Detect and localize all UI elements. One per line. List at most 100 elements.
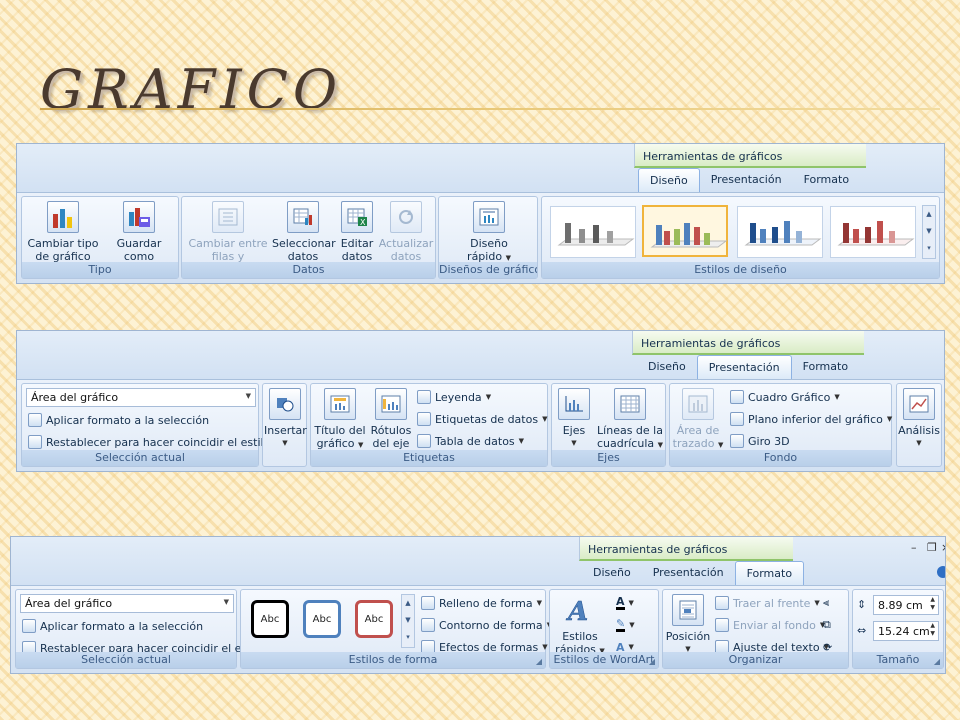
group-label-ejes: Ejes	[552, 450, 665, 466]
group-tipo: Cambiar tipo de gráfico Guardar como pla…	[21, 196, 179, 279]
wordart-a-icon: A	[564, 594, 596, 626]
gallery-scroll-buttons[interactable]: ▲ ▼ ▾	[922, 205, 936, 259]
chart-style-red-icon	[837, 221, 915, 246]
format-selection-icon	[22, 619, 36, 633]
3d-rotation-button[interactable]: Giro 3D	[730, 432, 790, 450]
position-icon	[672, 594, 704, 626]
group-label-estilos-forma: Estilos de forma	[241, 652, 545, 668]
dropdown-arrow-icon: ▼	[358, 441, 364, 449]
chart-element-select[interactable]: Área del gráfico ▼	[20, 594, 234, 613]
shape-fill-button[interactable]: Relleno de forma ▼	[421, 594, 542, 612]
gallery-scroll-buttons[interactable]: ▲ ▼ ▾	[401, 594, 415, 648]
tab-diseno[interactable]: Diseño	[637, 355, 697, 379]
width-icon: ⇔	[857, 624, 867, 637]
chart-floor-button[interactable]: Plano inferior del gráfico ▼	[730, 410, 892, 428]
pencil-icon: ✎	[616, 617, 626, 632]
text-outline-button[interactable]: ✎ ▼	[616, 616, 635, 634]
shape-style-thumb-black[interactable]: Abc	[247, 596, 293, 642]
data-table-button[interactable]: Tabla de datos ▼	[417, 432, 524, 450]
analysis-icon	[903, 388, 935, 420]
analysis-button[interactable]: Análisis ▼	[897, 388, 941, 450]
pencil-icon	[421, 618, 435, 632]
help-icon[interactable]	[937, 566, 945, 578]
context-header: Herramientas de gráficos	[579, 537, 793, 561]
chart-style-thumb-gray[interactable]	[550, 206, 636, 258]
shape-style-thumb-blue[interactable]: Abc	[299, 596, 345, 642]
quick-layout-icon	[473, 201, 505, 233]
format-selection-button[interactable]: Aplicar formato a la selección	[28, 411, 209, 429]
switch-rows-icon	[212, 201, 244, 233]
chart-wall-button[interactable]: Cuadro Gráfico ▼	[730, 388, 840, 406]
insert-button[interactable]: Insertar ▼	[264, 388, 307, 450]
text-fill-button[interactable]: A ▼	[616, 594, 634, 612]
plot-area-button[interactable]: Área de trazado ▼	[672, 388, 724, 452]
dialog-launcher-icon[interactable]: ◢	[649, 657, 655, 666]
bring-to-front-button[interactable]: Traer al frente ▼	[715, 594, 820, 612]
refresh-data-button[interactable]: Actualizar datos	[378, 201, 434, 263]
dropdown-arrow-icon: ▼	[657, 441, 664, 449]
quick-layout-button[interactable]: Diseño rápido ▼	[459, 201, 519, 265]
width-input[interactable]: 15.24 cm ▲ ▼	[873, 621, 939, 641]
dropdown-arrow-icon: ▼	[886, 415, 893, 423]
shape-outline-button[interactable]: Contorno de forma ▼	[421, 616, 552, 634]
change-chart-type-button[interactable]: Cambiar tipo de gráfico	[26, 201, 100, 263]
tab-formato[interactable]: Formato	[792, 355, 860, 379]
axis-titles-icon	[375, 388, 407, 420]
dialog-launcher-icon[interactable]: ◢	[536, 657, 542, 666]
group-estilos-wordart: A Estilos rápidos ▼ A ▼ ✎ ▼ A ▼ Estilos …	[549, 589, 659, 669]
group-objects-button[interactable]: ⧉	[823, 616, 831, 634]
data-labels-icon	[417, 412, 431, 426]
quick-styles-button[interactable]: A Estilos rápidos ▼	[554, 594, 606, 658]
axes-icon	[558, 388, 590, 420]
tab-formato[interactable]: Formato	[793, 168, 861, 192]
save-template-icon	[123, 201, 155, 233]
chart-title-button[interactable]: Título del gráfico ▼	[313, 388, 367, 452]
edit-data-button[interactable]: X Editar datos	[336, 201, 378, 263]
dropdown-arrow-icon: ▼	[542, 415, 548, 423]
close-icon[interactable]: ×	[941, 541, 945, 554]
group-label-disenos: Diseños de gráfico	[439, 262, 537, 278]
dialog-launcher-icon[interactable]: ◢	[934, 657, 940, 666]
data-labels-button[interactable]: Etiquetas de datos ▼	[417, 410, 547, 428]
tab-presentacion[interactable]: Presentación	[642, 561, 735, 585]
tab-presentacion[interactable]: Presentación	[696, 355, 792, 379]
tab-diseno[interactable]: Diseño	[638, 168, 700, 192]
chart-element-select[interactable]: Área del gráfico ▼	[26, 388, 256, 407]
reset-style-button[interactable]: Restablecer para hacer coincidir el esti…	[28, 433, 270, 451]
restore-icon[interactable]: ❐	[927, 541, 937, 554]
tab-diseno[interactable]: Diseño	[582, 561, 642, 585]
group-label-datos: Datos	[182, 262, 435, 278]
chart-style-thumb-red[interactable]	[830, 206, 916, 258]
dropdown-arrow-icon: ▼	[223, 598, 229, 606]
shape-style-thumb-red[interactable]: Abc	[351, 596, 397, 642]
chart-floor-icon	[730, 412, 744, 426]
align-button[interactable]: ⫷	[823, 594, 829, 612]
spinner-arrows-icon[interactable]: ▲ ▼	[930, 622, 935, 638]
tab-presentacion[interactable]: Presentación	[700, 168, 793, 192]
paint-bucket-icon	[421, 596, 435, 610]
refresh-icon	[390, 201, 422, 233]
send-to-back-button[interactable]: Enviar al fondo ▼	[715, 616, 825, 634]
legend-button[interactable]: Leyenda ▼	[417, 388, 491, 406]
tab-formato[interactable]: Formato	[734, 561, 805, 585]
dropdown-arrow-icon: ▼	[834, 393, 840, 401]
select-data-button[interactable]: Seleccionar datos	[272, 201, 336, 263]
height-icon: ⇕	[857, 598, 867, 611]
position-button[interactable]: Posición ▼	[665, 594, 711, 656]
format-selection-button[interactable]: Aplicar formato a la selección	[22, 617, 203, 635]
ribbon-presentacion: Herramientas de gráficos Diseño Presenta…	[16, 330, 945, 472]
group-etiquetas: Título del gráfico ▼ Rótulos del eje ▼ L…	[310, 383, 548, 467]
group-disenos-grafico: Diseño rápido ▼ Diseños de gráfico	[438, 196, 538, 279]
ribbon-diseno: Herramientas de gráficos Diseño Presenta…	[16, 143, 945, 284]
legend-icon	[417, 390, 431, 404]
group-organizar: Posición ▼ Traer al frente ▼ Enviar al f…	[662, 589, 849, 669]
chart-style-thumb-blue[interactable]	[737, 206, 823, 258]
minimize-icon[interactable]: –	[911, 541, 917, 554]
height-input[interactable]: 8.89 cm ▲ ▼	[873, 595, 939, 615]
group-label-seleccion: Selección actual	[22, 450, 258, 466]
spinner-arrows-icon[interactable]: ▲ ▼	[930, 596, 935, 612]
chart-style-thumb-multicolor[interactable]	[642, 205, 728, 257]
title-underline	[40, 108, 940, 110]
gridlines-button[interactable]: Líneas de la cuadrícula ▼	[596, 388, 664, 452]
axes-button[interactable]: Ejes ▼	[554, 388, 594, 450]
